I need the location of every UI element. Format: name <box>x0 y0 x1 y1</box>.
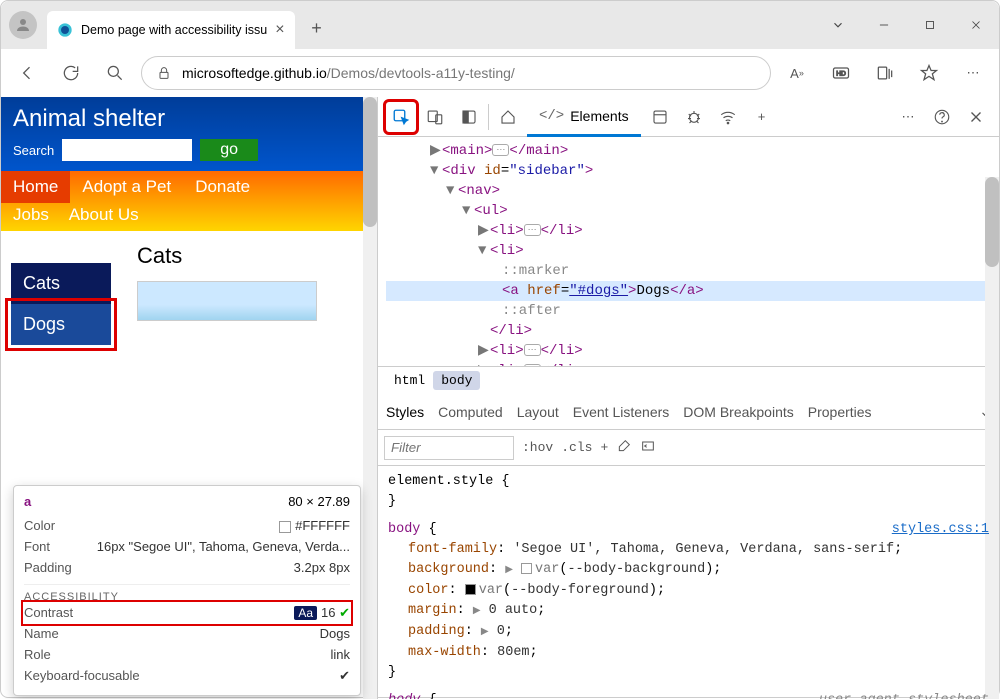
webpage-viewport: Animal shelter Search go Home Adopt a Pe… <box>1 97 377 699</box>
dom-breadcrumb: html body <box>378 366 999 394</box>
hd-icon[interactable]: HD <box>823 55 859 91</box>
aa-badge: Aa <box>294 606 317 620</box>
nav-jobs[interactable]: Jobs <box>13 205 65 224</box>
edge-favicon-icon <box>57 22 73 38</box>
svg-text:HD: HD <box>836 71 846 78</box>
nav-donate[interactable]: Donate <box>183 171 262 203</box>
tooltip-size: 80 × 27.89 <box>288 494 350 509</box>
profile-avatar[interactable] <box>9 11 37 39</box>
tt-font-label: Font <box>24 539 50 554</box>
elements-tab[interactable]: </> Elements <box>527 97 641 137</box>
subtab-events[interactable]: Event Listeners <box>573 404 670 420</box>
crumb-body[interactable]: body <box>433 371 480 390</box>
content-heading: Cats <box>137 243 317 269</box>
devtools-toolbar: </> Elements + ⋯ <box>378 97 999 137</box>
read-aloud-icon[interactable]: A» <box>779 55 815 91</box>
tooltip-tag: a <box>24 494 31 509</box>
main-nav: Home Adopt a Pet Donate Jobs About Us <box>1 171 377 231</box>
body-rule: body { styles.css:1 <box>388 520 989 540</box>
css-source-link[interactable]: styles.css:1 <box>892 520 989 540</box>
maximize-button[interactable] <box>907 5 953 45</box>
more-icon[interactable]: ⋯ <box>955 55 991 91</box>
subtab-styles[interactable]: Styles <box>386 404 424 420</box>
crumb-html[interactable]: html <box>386 371 433 390</box>
new-tab-button[interactable]: + <box>301 12 333 44</box>
brush-icon[interactable] <box>616 438 632 458</box>
more-tools-icon[interactable]: ⋯ <box>893 102 923 132</box>
subtab-computed[interactable]: Computed <box>438 404 503 420</box>
inspect-element-button[interactable] <box>386 102 416 132</box>
tt-padding-value: 3.2px 8px <box>294 560 350 575</box>
tt-padding-label: Padding <box>24 560 72 575</box>
nav-row2: Jobs About Us <box>1 203 377 231</box>
close-tab-icon[interactable]: × <box>275 21 284 39</box>
devtools-panel: </> Elements + ⋯ ▶<main>⋯</main> ▼<div i… <box>377 97 999 699</box>
address-bar[interactable]: microsoftedge.github.io/Demos/devtools-a… <box>141 56 771 90</box>
tab-title: Demo page with accessibility issu <box>81 23 267 37</box>
nav-home[interactable]: Home <box>1 171 70 203</box>
search-icon[interactable] <box>97 55 133 91</box>
refresh-button[interactable] <box>53 55 89 91</box>
chevron-down-icon[interactable] <box>815 5 861 45</box>
device-emulation-button[interactable] <box>420 102 450 132</box>
new-style-button[interactable]: + <box>600 440 608 455</box>
check-icon: ✔ <box>339 668 350 684</box>
element-style-rule: element.style { <box>388 472 989 492</box>
tt-a11y-header: ACCESSIBILITY <box>24 584 350 603</box>
go-button[interactable]: go <box>200 139 258 161</box>
nav-adopt[interactable]: Adopt a Pet <box>70 171 183 203</box>
back-button[interactable] <box>9 55 45 91</box>
tt-color-value: #FFFFFF <box>295 518 350 533</box>
page-banner: Animal shelter Search go <box>1 97 377 171</box>
filter-input[interactable] <box>384 436 514 460</box>
tt-contrast-row: Contrast Aa16 ✔ <box>24 603 350 623</box>
welcome-tab[interactable] <box>493 102 523 132</box>
sidenav-dogs[interactable]: Dogs <box>11 304 111 345</box>
close-window-button[interactable] <box>953 5 999 45</box>
subtab-layout[interactable]: Layout <box>517 404 559 420</box>
subtab-dombp[interactable]: DOM Breakpoints <box>683 404 793 420</box>
page-title: Animal shelter <box>13 105 365 133</box>
browser-tab[interactable]: Demo page with accessibility issu × <box>47 11 295 49</box>
close-devtools-button[interactable] <box>961 102 991 132</box>
search-input[interactable] <box>62 139 192 161</box>
search-label: Search <box>13 143 54 158</box>
browser-titlebar: Demo page with accessibility issu × + <box>1 1 999 49</box>
inspect-tooltip: a 80 × 27.89 Color #FFFFFF Font 16px "Sego… <box>13 485 361 696</box>
styles-tabs: Styles Computed Layout Event Listeners D… <box>378 394 999 430</box>
panel-toggle-icon[interactable] <box>640 438 656 458</box>
network-icon[interactable] <box>713 102 743 132</box>
tt-font-value: 16px "Segoe UI", Tahoma, Geneva, Verda..… <box>97 539 350 554</box>
hov-toggle[interactable]: :hov <box>522 440 553 455</box>
url-domain: microsoftedge.github.io <box>182 65 327 81</box>
styles-body[interactable]: element.style { } body { styles.css:1 fo… <box>378 466 999 699</box>
sidenav-cats[interactable]: Cats <box>11 263 111 304</box>
collections-icon[interactable] <box>867 55 903 91</box>
add-tab-button[interactable]: + <box>747 102 777 132</box>
dom-tree[interactable]: ▶<main>⋯</main> ▼<div id="sidebar"> ▼<na… <box>378 137 999 366</box>
person-icon <box>14 16 32 34</box>
lock-icon <box>156 65 172 81</box>
subtab-props[interactable]: Properties <box>808 404 872 420</box>
favorite-icon[interactable] <box>911 55 947 91</box>
content-body: Cats <box>137 243 317 345</box>
browser-toolbar: microsoftedge.github.io/Demos/devtools-a… <box>1 49 999 97</box>
check-icon: ✔ <box>339 605 350 620</box>
side-nav: Cats Dogs <box>1 243 121 345</box>
cat-image-placeholder <box>137 281 317 321</box>
help-icon[interactable] <box>927 102 957 132</box>
cls-toggle[interactable]: .cls <box>561 440 592 455</box>
bug-icon[interactable] <box>679 102 709 132</box>
styles-toolbar: :hov .cls + <box>378 430 999 466</box>
nav-about[interactable]: About Us <box>69 205 139 224</box>
minimize-button[interactable] <box>861 5 907 45</box>
app-tab-icon[interactable] <box>645 102 675 132</box>
page-scrollbar[interactable] <box>363 97 377 699</box>
dom-selected-line[interactable]: <a href="#dogs">Dogs</a> <box>386 281 999 301</box>
tt-color-label: Color <box>24 518 55 533</box>
url-path: /Demos/devtools-a11y-testing/ <box>327 65 515 81</box>
dock-icon[interactable] <box>454 102 484 132</box>
